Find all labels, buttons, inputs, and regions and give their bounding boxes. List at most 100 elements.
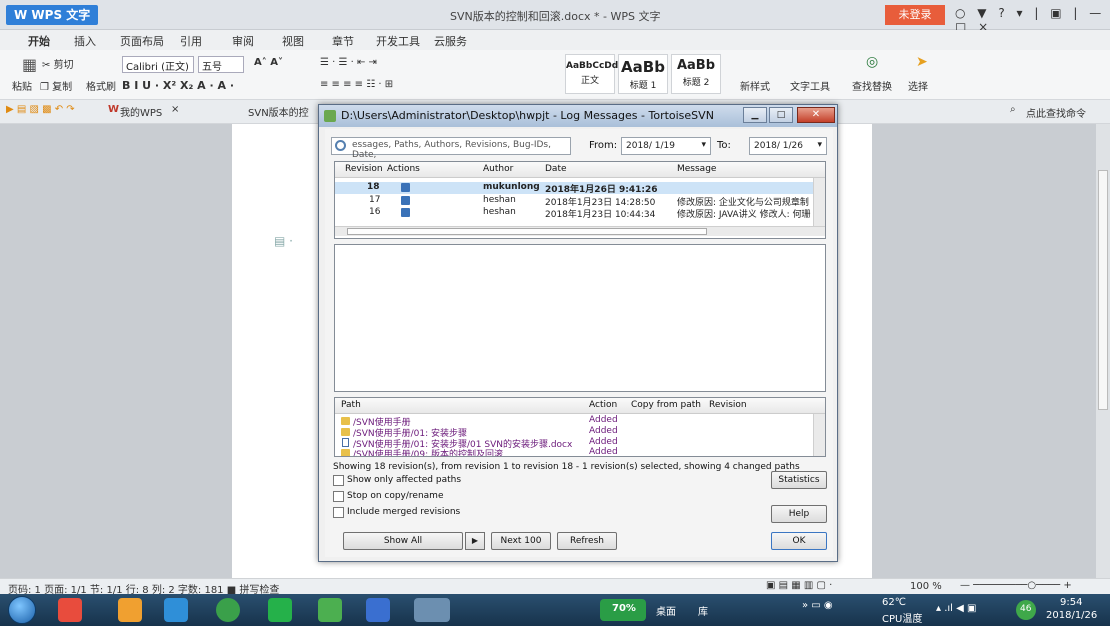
paste-button[interactable]: 粘贴 <box>12 78 32 93</box>
tab-chapter[interactable]: 章节 <box>332 33 354 49</box>
iqiyi-icon[interactable] <box>268 598 292 622</box>
tab-cloud[interactable]: 云服务 <box>434 33 467 49</box>
clock-date[interactable]: 2018/1/26 <box>1046 610 1097 621</box>
show-only-affected-label[interactable]: Show only affected paths <box>347 475 461 485</box>
revision-list-hscroll[interactable] <box>335 226 825 236</box>
font-size-select[interactable]: 五号 <box>198 56 244 73</box>
search-command[interactable]: 点此查找命令 <box>1026 105 1086 120</box>
clock-time[interactable]: 9:54 <box>1060 597 1082 608</box>
tray-expand-icon[interactable]: » ▭ ◉ <box>802 600 833 611</box>
select-button[interactable]: 选择 <box>908 78 928 93</box>
wps-app-menu[interactable]: W WPS 文字 <box>6 5 99 25</box>
include-merged-checkbox[interactable] <box>333 507 344 518</box>
tab-home[interactable]: 开始 <box>28 33 50 49</box>
style-normal[interactable]: AaBbCcDd 正文 <box>565 54 618 94</box>
col-author[interactable]: Author <box>483 164 513 174</box>
tab-view[interactable]: 视图 <box>282 33 304 49</box>
stop-on-copy-label[interactable]: Stop on copy/rename <box>347 491 443 501</box>
app-icon-player[interactable] <box>164 598 188 622</box>
cut-button[interactable]: ✂ 剪切 <box>42 56 74 71</box>
close-tab-icon[interactable]: × <box>171 104 179 115</box>
list-icons[interactable]: ☰ · ☰ · ⇤ ⇥ <box>320 57 377 68</box>
include-merged-label[interactable]: Include merged revisions <box>347 507 460 517</box>
view-mode-icons[interactable]: ▣ ▤ ▦ ▥ ▢ · <box>766 580 832 591</box>
statistics-button[interactable]: Statistics <box>771 471 827 489</box>
minimize-button[interactable]: ▁ <box>743 107 767 123</box>
tab-developer[interactable]: 开发工具 <box>376 33 420 49</box>
message-pane[interactable] <box>334 244 826 392</box>
revision-list-vscroll[interactable] <box>813 178 825 226</box>
ok-button[interactable]: OK <box>771 532 827 550</box>
desktop-toolbar[interactable]: 桌面 <box>656 603 676 618</box>
paste-icon[interactable]: ▦ <box>22 55 37 74</box>
tray-network-icon[interactable]: ▴ .ıl ◀ ▣ <box>936 603 976 614</box>
stop-on-copy-checkbox[interactable] <box>333 491 344 502</box>
search-icon[interactable]: ⌕ <box>1010 104 1016 115</box>
find-replace-button[interactable]: 查找替换 <box>852 78 892 93</box>
col-actions[interactable]: Actions <box>387 164 420 174</box>
app-icon-clover[interactable] <box>318 598 342 622</box>
zoom-slider[interactable]: — ─────────○──── + <box>960 580 1072 591</box>
style-h1-preview: AaBb <box>621 58 665 76</box>
font-name-select[interactable]: Calibri (正文) <box>122 56 194 73</box>
table-row[interactable]: 18 mukunlong 2018年1月26日 9:41:26 <box>335 182 825 195</box>
wps-taskbar-icon[interactable] <box>366 598 390 622</box>
search-icon[interactable] <box>335 140 346 151</box>
col-message[interactable]: Message <box>677 164 716 174</box>
tab-insert[interactable]: 插入 <box>74 33 96 49</box>
vertical-scrollbar-thumb[interactable] <box>1098 170 1108 410</box>
tab-my-wps[interactable]: 我的WPS <box>120 104 162 119</box>
chevron-down-icon[interactable]: ▾ <box>817 140 822 150</box>
to-date-picker[interactable]: 2018/ 1/26 ▾ <box>749 137 827 155</box>
col-copy-from-path[interactable]: Copy from path <box>631 400 701 410</box>
tab-references[interactable]: 引用 <box>180 33 202 49</box>
start-button[interactable] <box>8 596 36 624</box>
tab-page-layout[interactable]: 页面布局 <box>120 33 164 49</box>
row-revision: 16 <box>369 207 381 217</box>
col-action[interactable]: Action <box>589 400 617 410</box>
dialog-title-bar[interactable]: D:\Users\Administrator\Desktop\hwpjt - L… <box>319 105 837 127</box>
changed-paths-vscroll[interactable] <box>813 414 825 456</box>
app-icon-360[interactable] <box>58 598 82 622</box>
chevron-down-icon[interactable]: ▾ <box>701 140 706 150</box>
text-tools-button[interactable]: 文字工具 <box>790 78 830 93</box>
tab-svn-doc[interactable]: SVN版本的控 <box>248 104 309 119</box>
library-toolbar[interactable]: 库 <box>698 603 708 618</box>
maximize-button[interactable]: □ <box>769 107 793 123</box>
style-heading-1[interactable]: AaBb 标题 1 <box>618 54 668 94</box>
tortoisesvn-taskbar-icon[interactable] <box>414 598 450 622</box>
show-all-button[interactable]: Show All <box>343 532 463 550</box>
revision-list-hscroll-thumb[interactable] <box>347 228 707 235</box>
col-path[interactable]: Path <box>341 400 361 410</box>
new-style-button[interactable]: 新样式 <box>740 78 770 93</box>
login-button[interactable]: 未登录 <box>885 5 945 25</box>
format-painter-button[interactable]: 格式刷 <box>86 78 116 93</box>
font-grow-icon[interactable]: A˄ A˅ <box>254 57 283 68</box>
revision-list[interactable]: Revision Actions Author Date Message 18 … <box>334 161 826 239</box>
refresh-button[interactable]: Refresh <box>557 532 617 550</box>
style-heading-2[interactable]: AaBb 标题 2 <box>671 54 721 94</box>
help-button[interactable]: Help <box>771 505 827 523</box>
next-100-button[interactable]: Next 100 <box>491 532 551 550</box>
quick-access-icons[interactable]: ▶ ▤ ▧ ▩ ↶ ↷ <box>6 104 75 115</box>
from-date-picker[interactable]: 2018/ 1/19 ▾ <box>621 137 711 155</box>
changed-paths-list[interactable]: Path Action Copy from path Revision /SVN… <box>334 397 826 457</box>
filter-input[interactable]: essages, Paths, Authors, Revisions, Bug-… <box>331 137 571 160</box>
app-icon-package[interactable] <box>118 598 142 622</box>
tab-review[interactable]: 审阅 <box>232 33 254 49</box>
format-icons[interactable]: B I U · X² X₂ A · A · <box>122 79 234 92</box>
table-row[interactable]: 16 heshan 2018年1月23日 10:44:34 修改原因: JAVA… <box>335 207 825 220</box>
list-item[interactable]: /SVN使用手册/09: 版本的控制及回滚 Added <box>335 447 825 456</box>
col-date[interactable]: Date <box>545 164 567 174</box>
chrome-icon[interactable] <box>216 598 240 622</box>
close-button[interactable]: ✕ <box>797 107 835 123</box>
copy-button[interactable]: ❐ 复制 <box>40 78 72 93</box>
table-row[interactable]: 17 heshan 2018年1月23日 14:28:50 修改原因: 企业文化… <box>335 195 825 208</box>
show-only-affected-checkbox[interactable] <box>333 475 344 486</box>
col-path-revision[interactable]: Revision <box>709 400 747 410</box>
align-icons[interactable]: ≡ ≡ ≡ ≡ ☷ · ⊞ <box>320 79 393 90</box>
col-revision[interactable]: Revision <box>345 164 383 174</box>
tortoisesvn-icon <box>324 110 336 122</box>
show-all-dropdown-arrow[interactable]: ▶ <box>465 532 485 550</box>
document-title: SVN版本的控制和回滚.docx * - WPS 文字 <box>450 10 661 23</box>
